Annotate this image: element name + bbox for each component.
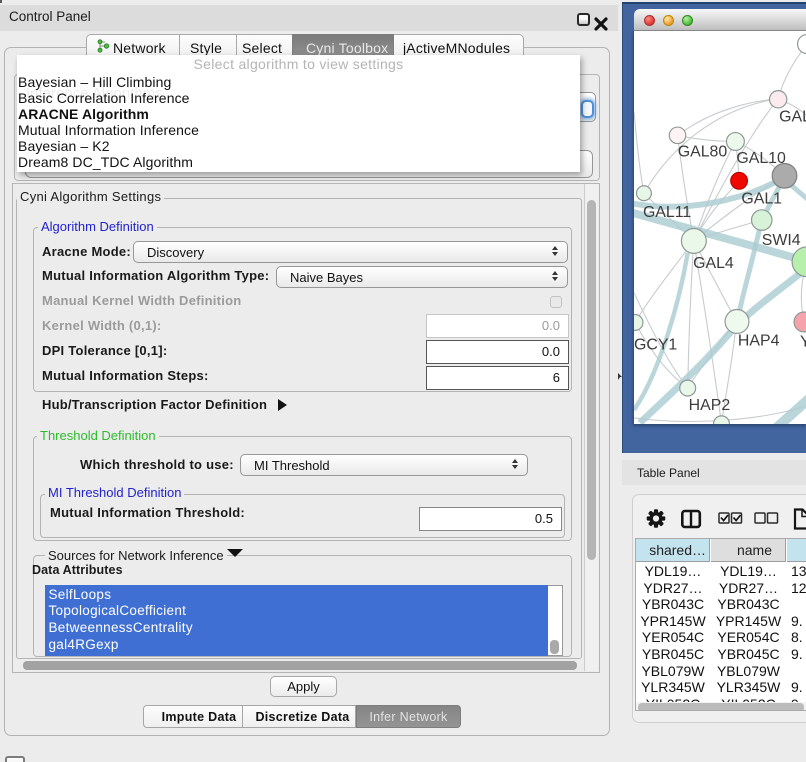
svg-text:GAL80: GAL80 — [678, 143, 728, 160]
svg-text:HAP2: HAP2 — [689, 397, 731, 414]
svg-text:GAL11: GAL11 — [643, 204, 691, 221]
svg-text:Y: Y — [800, 333, 806, 350]
svg-text:GAL: GAL — [779, 109, 806, 126]
svg-text:GCY1: GCY1 — [634, 336, 677, 353]
svg-text:SWI4: SWI4 — [762, 232, 801, 249]
svg-text:GAL10: GAL10 — [736, 150, 786, 167]
svg-text:GAL4: GAL4 — [693, 255, 734, 272]
svg-text:GAL1: GAL1 — [741, 191, 782, 208]
svg-text:HAP4: HAP4 — [738, 332, 780, 349]
